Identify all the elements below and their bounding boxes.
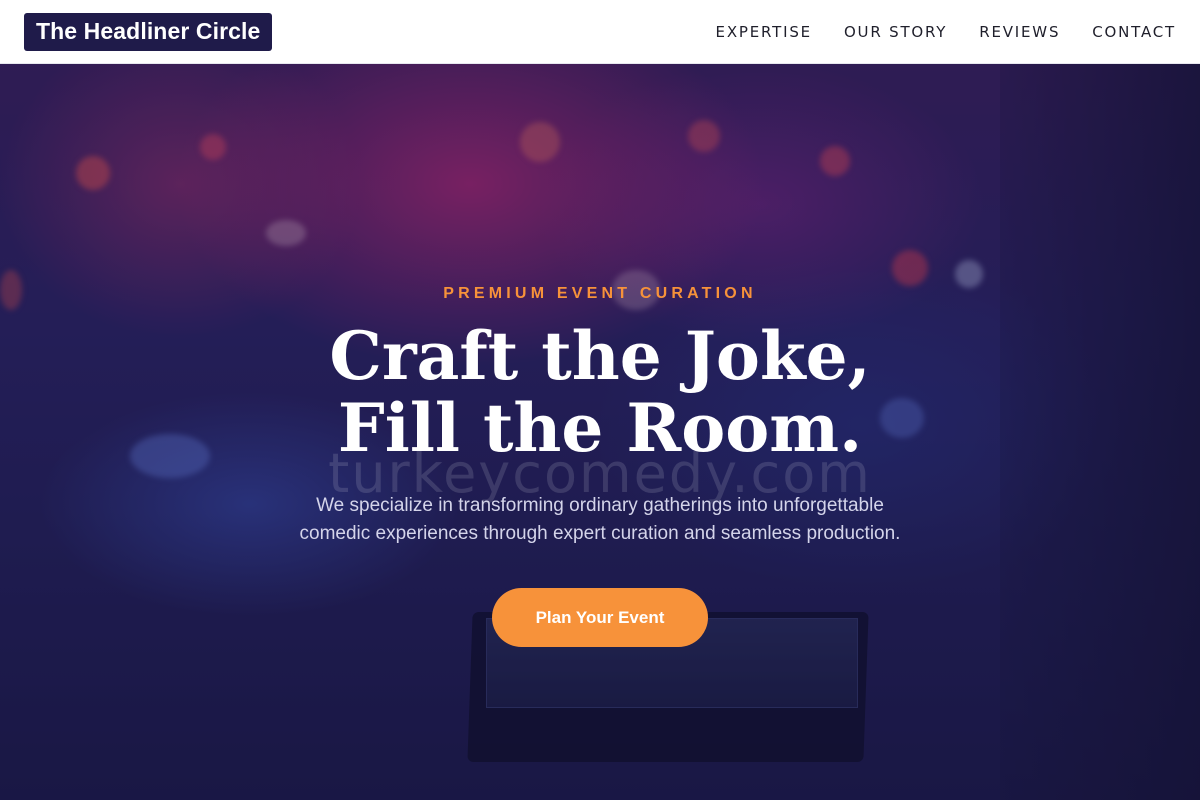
hero-description: We specialize in transforming ordinary g…	[250, 492, 950, 548]
nav-link-our-story[interactable]: OUR STORY	[844, 23, 947, 41]
nav-link-contact[interactable]: CONTACT	[1092, 23, 1176, 41]
main-nav: EXPERTISE OUR STORY REVIEWS CONTACT	[716, 23, 1176, 41]
site-logo[interactable]: The Headliner Circle	[24, 12, 273, 51]
hero-eyebrow: PREMIUM EVENT CURATION	[443, 285, 757, 302]
hero-content: PREMIUM EVENT CURATION Craft the Joke, F…	[0, 64, 1200, 800]
nav-link-reviews[interactable]: REVIEWS	[979, 23, 1060, 41]
site-header: The Headliner Circle EXPERTISE OUR STORY…	[0, 0, 1200, 64]
plan-event-button[interactable]: Plan Your Event	[492, 588, 708, 647]
hero-description-line1: We specialize in transforming ordinary g…	[316, 495, 884, 516]
nav-link-expertise[interactable]: EXPERTISE	[716, 23, 812, 41]
hero-headline-line1: Craft the Joke,	[329, 317, 871, 395]
hero-description-line2: comedic experiences through expert curat…	[299, 523, 901, 544]
hero-section: PREMIUM EVENT CURATION Craft the Joke, F…	[0, 64, 1200, 800]
